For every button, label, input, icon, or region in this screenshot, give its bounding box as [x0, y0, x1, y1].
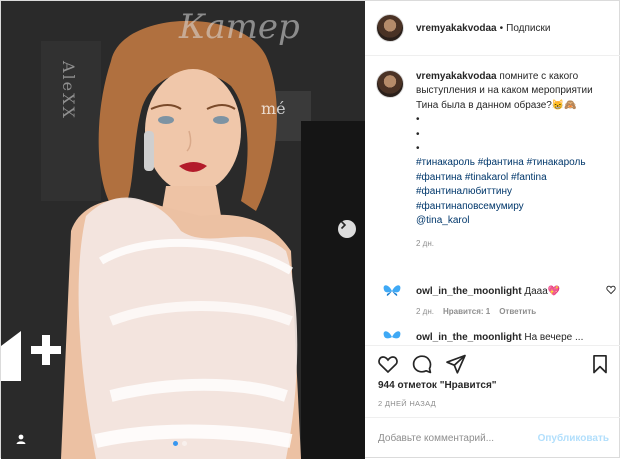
bullet: • — [416, 128, 420, 140]
post-caption: vremyakakvodaa помните с какого выступле… — [376, 70, 616, 252]
hashtag-link[interactable]: #fantina — [511, 172, 547, 183]
post-header: vremyakakvodaa • Подписки — [365, 1, 620, 56]
comments-area[interactable]: vremyakakvodaa помните с какого выступле… — [365, 57, 620, 345]
publish-button[interactable]: Опубликовать — [538, 433, 609, 444]
post-photo[interactable]: Катер AleXX mé — [1, 1, 365, 459]
photo-illustration — [1, 1, 365, 459]
hashtag-link[interactable]: #фантина — [416, 172, 462, 183]
post-date[interactable]: 2 ДНЕЙ НАЗАД — [378, 399, 436, 408]
comment-likes[interactable]: Нравится: 1 — [443, 307, 490, 316]
butterfly-icon[interactable] — [380, 279, 404, 303]
action-icons — [377, 353, 467, 375]
hashtag-link[interactable]: #тинакароль — [416, 157, 475, 168]
comment-input[interactable]: Добавьте комментарий... — [378, 433, 538, 444]
background-text-brand: mé — [261, 99, 286, 118]
bullet: • — [416, 114, 420, 126]
comment-item: owl_in_the_moonlight Дааа💖 2 дн. Нравитс… — [376, 279, 616, 316]
post-actions: 944 отметок "Нравится" 2 ДНЕЙ НАЗАД — [365, 345, 620, 417]
comment-body: На вечере ... — [524, 331, 584, 343]
comment-username[interactable]: owl_in_the_moonlight — [416, 286, 522, 297]
comment-like-heart-icon[interactable] — [606, 285, 616, 295]
heart-icon[interactable] — [377, 353, 399, 375]
caption-username[interactable]: vremyakakvodaa — [416, 71, 497, 82]
comment-username[interactable]: owl_in_the_moonlight — [416, 332, 522, 343]
caption-time[interactable]: 2 дн. — [416, 237, 616, 251]
mention-link[interactable]: @tina_karol — [416, 215, 470, 226]
hashtag-link[interactable]: #фантиналюбиттину — [416, 186, 512, 197]
header-separator: • — [499, 22, 504, 34]
side-panel: vremyakakvodaa • Подписки vremyakakvodaa… — [365, 1, 620, 459]
bookmark-icon[interactable] — [589, 353, 611, 375]
post-dialog: Катер AleXX mé vremyakakvodaa • Подписки — [0, 0, 620, 459]
butterfly-icon[interactable] — [380, 325, 404, 345]
hashtag-link[interactable]: #фантина — [478, 157, 524, 168]
comment-text: owl_in_the_moonlight На вечере ... — [416, 332, 583, 343]
carousel-dot-active — [173, 441, 178, 446]
avatar[interactable] — [376, 70, 404, 98]
share-icon[interactable] — [445, 353, 467, 375]
likes-count[interactable]: 944 отметок "Нравится" — [378, 380, 497, 391]
user-tag-icon[interactable] — [15, 433, 27, 445]
hashtag-link[interactable]: #фантинаповсемумиру — [416, 201, 524, 212]
hashtag-link[interactable]: #тинакароль — [527, 157, 586, 168]
next-slide-button[interactable] — [338, 220, 356, 238]
caption-text: vremyakakvodaa помните с какого выступле… — [416, 70, 616, 252]
bullet: • — [416, 143, 420, 154]
avatar[interactable] — [376, 14, 404, 42]
header-username[interactable]: vremyakakvodaa — [416, 23, 497, 34]
comment-icon[interactable] — [411, 353, 433, 375]
comment-text: owl_in_the_moonlight Дааа💖 — [416, 286, 560, 297]
comment-time: 2 дн. — [416, 307, 434, 316]
comment-meta: 2 дн. Нравится: 1 Ответить — [416, 307, 616, 316]
caption-bullets: • • • — [416, 113, 616, 156]
background-text-left: AleXX — [59, 61, 78, 120]
carousel-dots — [173, 441, 187, 446]
carousel-dot — [182, 441, 187, 446]
add-comment-bar: Добавьте комментарий... Опубликовать — [365, 417, 620, 459]
hashtag-link[interactable]: #tinakarol — [465, 172, 508, 183]
hashtags: #тинакароль #фантина #тинакароль #фантин… — [416, 156, 616, 228]
caption-emoji: 😸🙈 — [551, 99, 577, 111]
reply-button[interactable]: Ответить — [499, 307, 536, 316]
comment-body: Дааа💖 — [524, 285, 561, 297]
arrow-right-icon — [340, 220, 347, 230]
comment-item: owl_in_the_moonlight На вечере ... — [376, 325, 616, 345]
background-text-top: Катер — [179, 7, 300, 47]
following-button[interactable]: Подписки — [506, 23, 550, 34]
